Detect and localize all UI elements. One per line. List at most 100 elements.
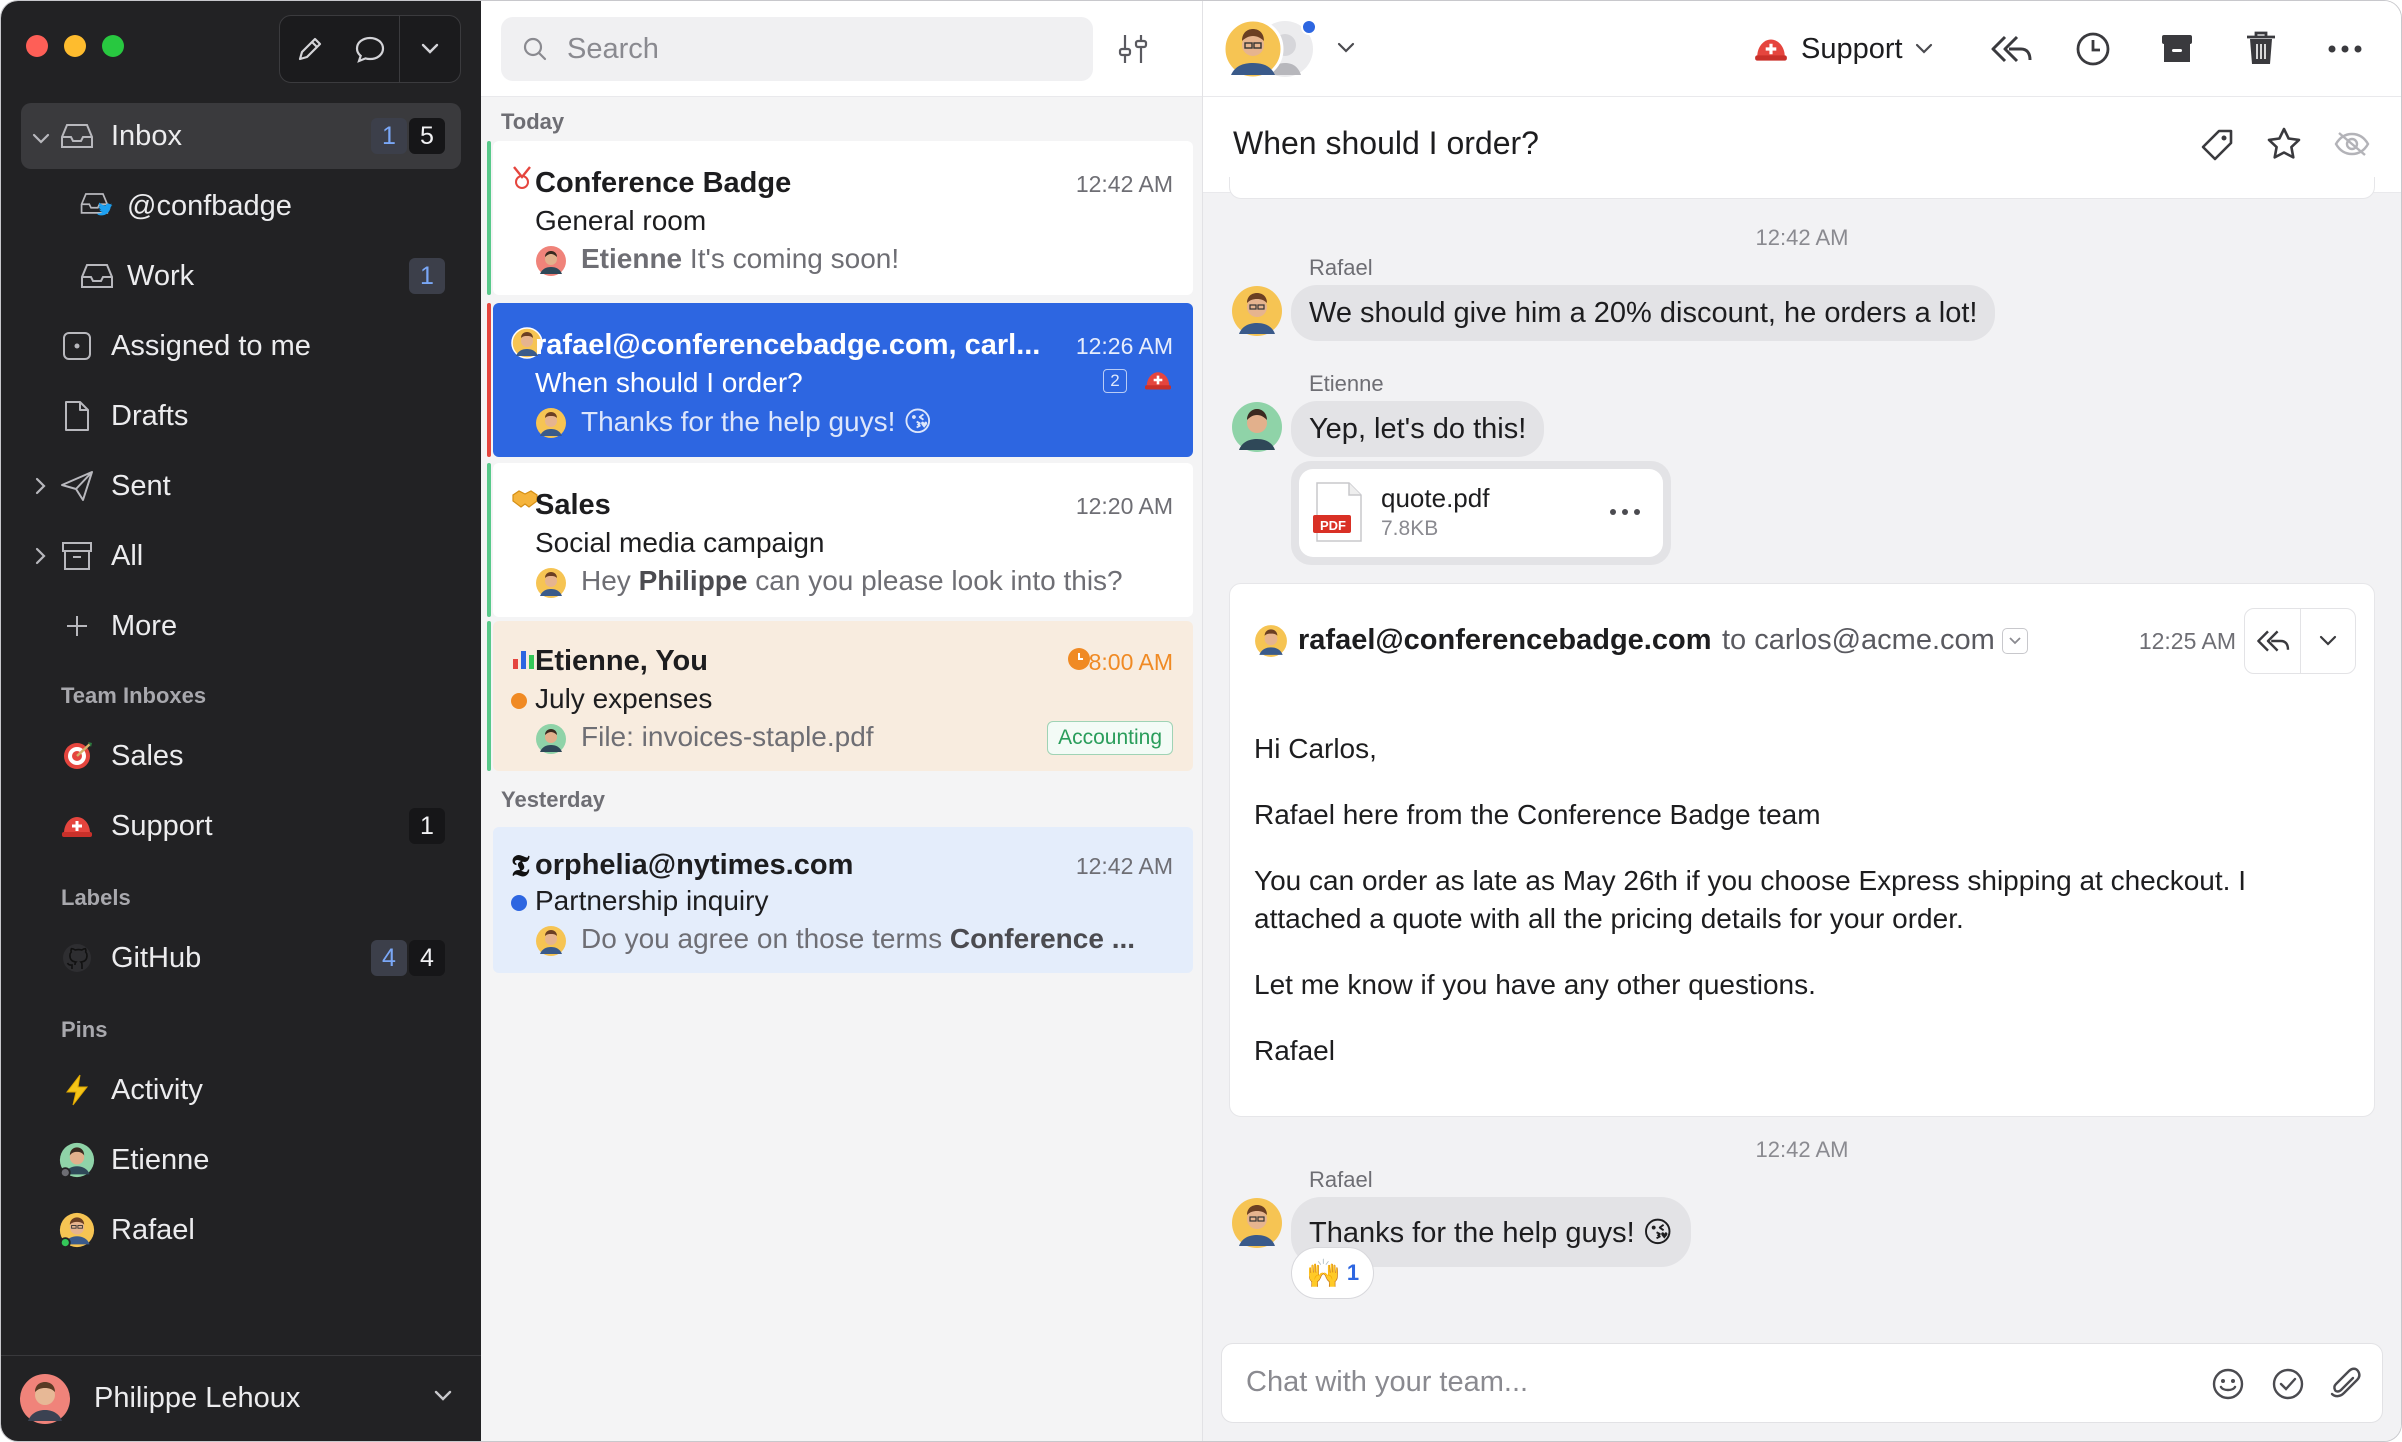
search-placeholder: Search [567,32,659,65]
rescue-helmet-icon [1755,39,1787,61]
sidebar-item-sales[interactable]: Sales [21,723,461,789]
email-paragraph: Rafael [1254,1035,1335,1066]
chevron-down-icon [421,43,439,54]
attach-button[interactable] [2328,1366,2364,1407]
email-to: to carlos@acme.com [1722,624,1995,657]
preview-text: can you please look into this? [747,565,1123,596]
tag-accounting[interactable]: Accounting [1047,721,1173,755]
section-title-labels: Labels [61,885,131,910]
sidebar-item-confbadge[interactable]: @confbadge [21,173,461,239]
sidebar-item-label: All [111,539,144,572]
email-paragraph: You can order as late as May 26th if you… [1254,865,2246,934]
recipients-expand-button[interactable] [2002,628,2028,654]
sidebar-item-sent[interactable]: Sent [21,453,461,519]
compose-options-button[interactable] [400,16,460,82]
inbox-icon [79,258,115,294]
pencil-icon [298,37,321,61]
clock-icon [1067,647,1091,676]
watch-button[interactable] [2333,129,2371,164]
email-recipient: carlos@acme.com [1754,624,1995,656]
window-controls [26,35,124,57]
app-window: Inbox 1 5 @confbadge Work 1 Assigned to … [0,0,2402,1442]
unread-badge: 4 [371,940,407,976]
sidebar-item-github[interactable]: GitHub 4 4 [21,925,461,991]
sidebar-item-drafts[interactable]: Drafts [21,383,461,449]
inbox-selector[interactable]: Support [1753,29,1933,69]
badge-group: 1 [409,808,445,844]
chevron-down-icon[interactable] [433,1389,453,1408]
attachment-menu-button[interactable] [1609,491,1641,525]
message-count-badge: 2 [1103,369,1127,393]
minimize-window-button[interactable] [64,35,86,57]
participants-avatars[interactable] [1221,17,1341,88]
to-prefix: to [1722,624,1747,656]
sidebar-item-label: Etienne [111,1143,210,1176]
sidebar-item-all[interactable]: All [21,523,461,589]
ellipsis-icon [2328,45,2362,53]
archive-box-icon [59,538,95,574]
conversation-item[interactable]: Etienne, You 8:00 AM July expenses File:… [487,621,1193,771]
conversation-item[interactable]: Sales 12:20 AM Social media campaign Hey… [487,463,1193,617]
compose-button[interactable] [280,16,340,82]
conversation-item[interactable]: Conference Badge 12:42 AM General room E… [487,141,1193,295]
reply-all-icon [2257,630,2290,652]
snooze-button[interactable] [2075,31,2111,72]
detail-toolbar: Support [1203,1,2401,97]
conversation-detail: Support When should I order? 12:42 AM Ra… [1203,1,2401,1441]
email-options-button[interactable] [2301,609,2356,673]
sidebar-item-label: Work [127,259,195,292]
sidebar-item-activity[interactable]: Activity [21,1057,461,1123]
reply-all-button[interactable] [1987,29,2033,74]
sidebar-item-label: Inbox [111,119,182,152]
sidebar-item-support[interactable]: Support 1 [21,793,461,859]
chevron-down-icon[interactable] [1337,41,1355,59]
conversation-preview: Hey Philippe can you please look into th… [535,565,1175,605]
sidebar-item-work[interactable]: Work 1 [21,243,461,309]
chevron-right-icon[interactable] [31,470,51,503]
message-author: Etienne [1309,371,1384,396]
reply-all-icon [1991,35,2032,63]
file-attachment[interactable]: PDF quote.pdf 7.8KB [1291,461,1671,565]
conversation-list: Search Today Conference Badge 12:42 AM G… [481,1,1203,1441]
sidebar-item-rafael[interactable]: Rafael [21,1197,461,1263]
conversation-title: Etienne, You [535,645,708,677]
status-bar [487,141,491,295]
compose-group [279,15,461,83]
filter-button[interactable] [1113,29,1153,74]
sidebar-item-inbox[interactable]: Inbox 1 5 [21,103,461,169]
preview-mention: Conference ... [949,923,1136,954]
chat-composer[interactable]: Chat with your team... [1221,1343,2383,1423]
search-input[interactable]: Search [501,17,1093,81]
zoom-window-button[interactable] [102,35,124,57]
file-type-label: PDF [1320,518,1346,533]
reaction-chip[interactable]: 🙌 1 [1291,1247,1375,1299]
paperclip-icon [2330,1367,2361,1398]
email-time: 12:25 AM [2138,628,2236,654]
sidebar-item-assigned[interactable]: Assigned to me [21,313,461,379]
user-name: Philippe Lehoux [94,1382,301,1414]
close-window-button[interactable] [26,35,48,57]
conversation-item-selected[interactable]: rafael@conferencebadge.com, carl... 12:2… [487,303,1193,457]
task-button[interactable] [2270,1366,2306,1407]
reply-all-button[interactable] [2245,609,2300,673]
sidebar-item-etienne[interactable]: Etienne [21,1127,461,1193]
badge-group: 1 5 [371,118,445,154]
tag-button[interactable] [2199,127,2235,168]
star-button[interactable] [2265,125,2303,168]
archive-button[interactable] [2159,31,2195,72]
sidebar-item-label: Activity [111,1073,203,1106]
more-options-button[interactable] [2327,41,2363,59]
account-switcher[interactable]: Philippe Lehoux [1,1355,481,1441]
previous-message-edge [1229,177,2375,199]
conversation-item[interactable]: 𝕿 orphelia@nytimes.com 12:42 AM Partners… [493,827,1193,973]
rescue-helmet-icon [1143,367,1173,398]
sidebar-item-more[interactable]: More [21,593,461,659]
emoji-button[interactable] [2210,1366,2246,1407]
unread-dot [511,693,527,709]
paper-plane-icon [59,468,95,504]
nytimes-logo-icon: 𝕿 [511,849,530,884]
chevron-down-icon[interactable] [31,120,51,153]
chevron-right-icon[interactable] [31,540,51,573]
delete-button[interactable] [2243,29,2279,72]
new-chat-button[interactable] [340,16,400,82]
